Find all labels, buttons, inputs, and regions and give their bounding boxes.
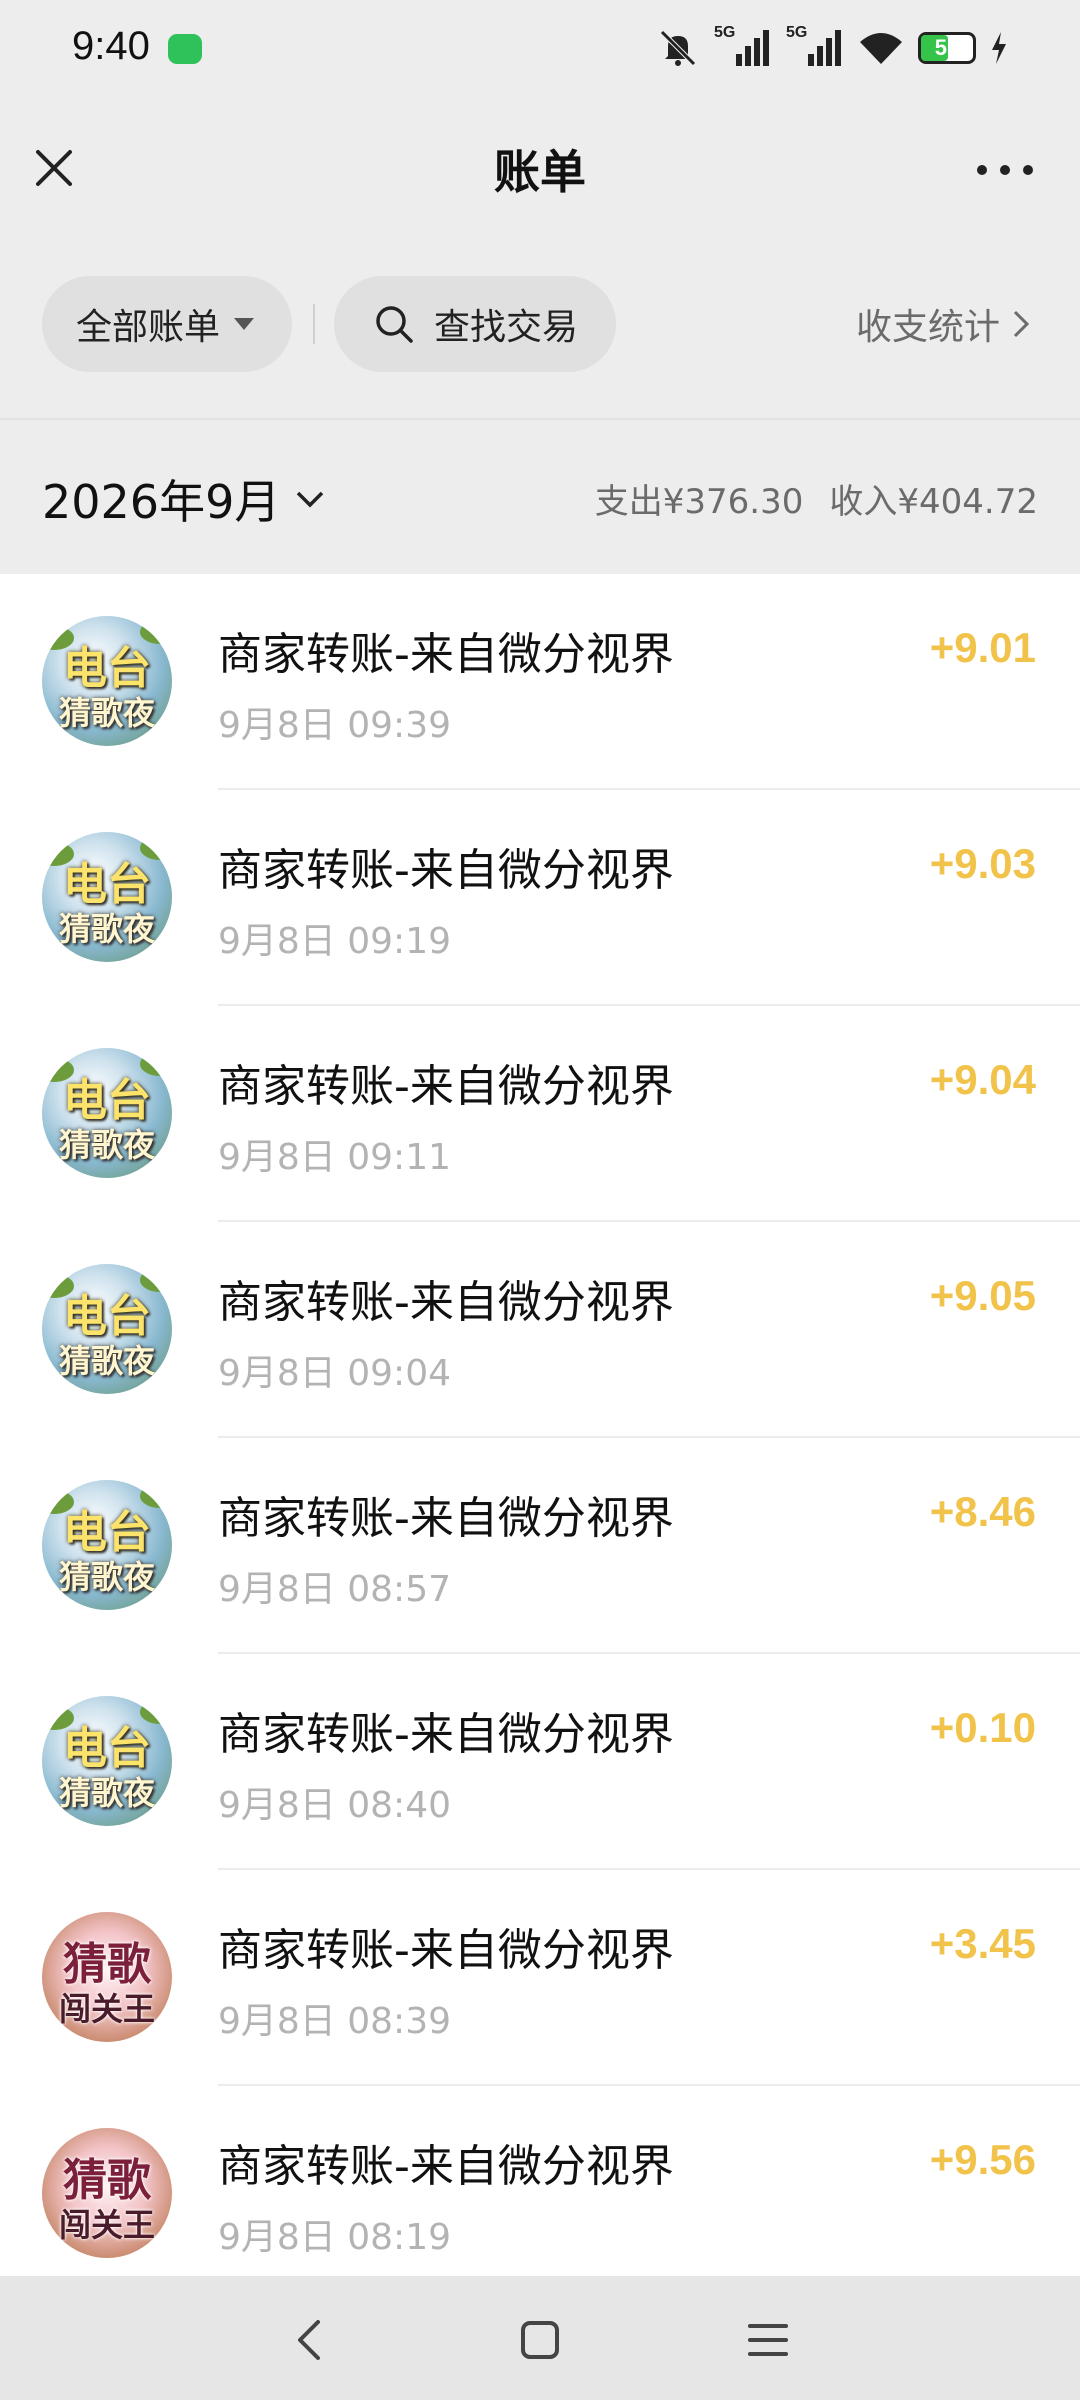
bill-screen: 9:40 5G 5G 51 账单 全部账单 查找交易 收支统计 2026年9月 … (0, 0, 1080, 2400)
signal-icon-2: 5G (786, 24, 844, 68)
transaction-title: 商家转账-来自微分视界 (218, 1709, 674, 1760)
back-icon[interactable] (280, 2310, 340, 2370)
title-bar: 账单 (0, 110, 1080, 230)
caret-down-icon (234, 318, 255, 330)
merchant-avatar: 电台 猜歌夜 (42, 1048, 172, 1178)
transaction-amount: +9.05 (929, 1272, 1036, 1319)
transaction-title: 商家转账-来自微分视界 (218, 2141, 674, 2192)
filter-bar: 全部账单 查找交易 收支统计 (0, 276, 1080, 376)
transaction-amount: +8.46 (929, 1488, 1036, 1535)
battery-level: 51 (934, 35, 960, 60)
month-bar: 2026年9月 支出¥376.30 收入¥404.72 (0, 420, 1080, 574)
transaction-time: 9月8日 09:19 (218, 921, 451, 962)
transaction-item[interactable]: 电台 猜歌夜 商家转账-来自微分视界 9月8日 09:19 +9.03 (0, 790, 1080, 1006)
menu-icon[interactable] (738, 2310, 798, 2370)
transaction-title: 商家转账-来自微分视界 (218, 629, 674, 680)
avatar-text-bottom: 猜歌夜 (58, 1126, 155, 1164)
transaction-list: 电台 猜歌夜 商家转账-来自微分视界 9月8日 09:39 +9.01 电台 猜… (0, 574, 1080, 2276)
merchant-avatar: 电台 猜歌夜 (42, 1264, 172, 1394)
avatar-text-top: 电台 (63, 643, 151, 694)
transaction-amount: +9.56 (929, 2136, 1036, 2183)
battery-icon: 51 (918, 32, 976, 64)
avatar-text-top: 电台 (63, 859, 151, 910)
home-icon[interactable] (510, 2310, 570, 2370)
transaction-amount: +9.04 (929, 1056, 1036, 1103)
avatar-text-bottom: 猜歌夜 (58, 1342, 155, 1380)
avatar-text-top: 电台 (63, 1507, 151, 1558)
avatar-text-top: 电台 (63, 1723, 151, 1774)
all-bills-dropdown[interactable]: 全部账单 (42, 276, 292, 372)
avatar-text-top: 电台 (63, 1075, 151, 1126)
search-label: 查找交易 (434, 307, 579, 348)
avatar-text-top: 猜歌 (63, 1939, 151, 1990)
transaction-amount: +0.10 (929, 1704, 1036, 1751)
signal-icon: 5G (714, 24, 772, 68)
transaction-title: 商家转账-来自微分视界 (218, 1277, 674, 1328)
month-summary: 支出¥376.30 收入¥404.72 (595, 474, 1038, 523)
expense-total: 支出¥376.30 (594, 482, 804, 522)
transaction-time: 9月8日 09:11 (218, 1137, 451, 1178)
transaction-amount: +9.01 (929, 624, 1036, 671)
avatar-text-bottom: 猜歌夜 (58, 910, 155, 948)
merchant-avatar: 电台 猜歌夜 (42, 616, 172, 746)
transaction-time: 9月8日 08:39 (218, 2001, 451, 2042)
mute-icon (660, 30, 696, 66)
merchant-avatar: 猜歌 闯关王 (42, 2128, 172, 2258)
avatar-text-top: 猜歌 (63, 2155, 151, 2206)
system-nav-bar (0, 2276, 1080, 2400)
transaction-time: 9月8日 08:40 (218, 1785, 451, 1826)
merchant-avatar: 电台 猜歌夜 (42, 1480, 172, 1610)
month-label: 2026年9月 (42, 475, 281, 529)
transaction-amount: +3.45 (929, 1920, 1036, 1967)
charging-icon (992, 32, 1006, 64)
status-time: 9:40 (72, 24, 150, 68)
stats-label: 收支统计 (855, 307, 1000, 348)
transaction-item[interactable]: 猜歌 闯关王 商家转账-来自微分视界 9月8日 08:39 +3.45 (0, 1870, 1080, 2086)
wifi-icon (860, 33, 902, 64)
transaction-time: 9月8日 08:19 (218, 2217, 451, 2258)
transaction-time: 9月8日 08:57 (218, 1569, 451, 1610)
status-bar: 9:40 5G 5G 51 (0, 0, 1080, 96)
transaction-title: 商家转账-来自微分视界 (218, 1493, 674, 1544)
transaction-item[interactable]: 电台 猜歌夜 商家转账-来自微分视界 9月8日 08:40 +0.10 (0, 1654, 1080, 1870)
avatar-text-top: 电台 (63, 1291, 151, 1342)
merchant-avatar: 电台 猜歌夜 (42, 1696, 172, 1826)
transaction-title: 商家转账-来自微分视界 (218, 1061, 674, 1112)
month-selector[interactable]: 2026年9月 (42, 466, 326, 532)
chat-app-icon (168, 34, 202, 64)
transaction-title: 商家转账-来自微分视界 (218, 1925, 674, 1976)
avatar-text-bottom: 闯关王 (58, 2206, 155, 2244)
merchant-avatar: 猜歌 闯关王 (42, 1912, 172, 2042)
transaction-time: 9月8日 09:39 (218, 705, 451, 746)
transaction-title: 商家转账-来自微分视界 (218, 845, 674, 896)
stats-link[interactable]: 收支统计 (856, 298, 1032, 350)
transaction-item[interactable]: 电台 猜歌夜 商家转账-来自微分视界 9月8日 09:39 +9.01 (0, 574, 1080, 790)
transaction-item[interactable]: 电台 猜歌夜 商家转账-来自微分视界 9月8日 09:04 +9.05 (0, 1222, 1080, 1438)
transaction-item[interactable]: 电台 猜歌夜 商家转账-来自微分视界 9月8日 09:11 +9.04 (0, 1006, 1080, 1222)
transaction-item[interactable]: 电台 猜歌夜 商家转账-来自微分视界 9月8日 08:57 +8.46 (0, 1438, 1080, 1654)
search-icon (376, 306, 413, 343)
status-icons: 5G 5G 51 (656, 24, 1008, 70)
avatar-text-bottom: 猜歌夜 (58, 694, 155, 732)
all-bills-label: 全部账单 (76, 307, 221, 348)
search-transactions-button[interactable]: 查找交易 (334, 276, 616, 372)
page-title: 账单 (494, 145, 586, 199)
avatar-text-bottom: 闯关王 (58, 1990, 155, 2028)
transaction-time: 9月8日 09:04 (218, 1353, 451, 1394)
filter-divider (313, 304, 315, 344)
more-icon[interactable] (970, 140, 1040, 200)
merchant-avatar: 电台 猜歌夜 (42, 832, 172, 962)
chevron-right-icon (1013, 310, 1030, 338)
avatar-text-bottom: 猜歌夜 (58, 1774, 155, 1812)
transaction-item[interactable]: 猜歌 闯关王 商家转账-来自微分视界 9月8日 08:19 +9.56 (0, 2086, 1080, 2276)
income-total: 收入¥404.72 (829, 482, 1038, 522)
transaction-amount: +9.03 (929, 840, 1036, 887)
avatar-text-bottom: 猜歌夜 (58, 1558, 155, 1596)
chevron-down-icon (297, 491, 324, 508)
